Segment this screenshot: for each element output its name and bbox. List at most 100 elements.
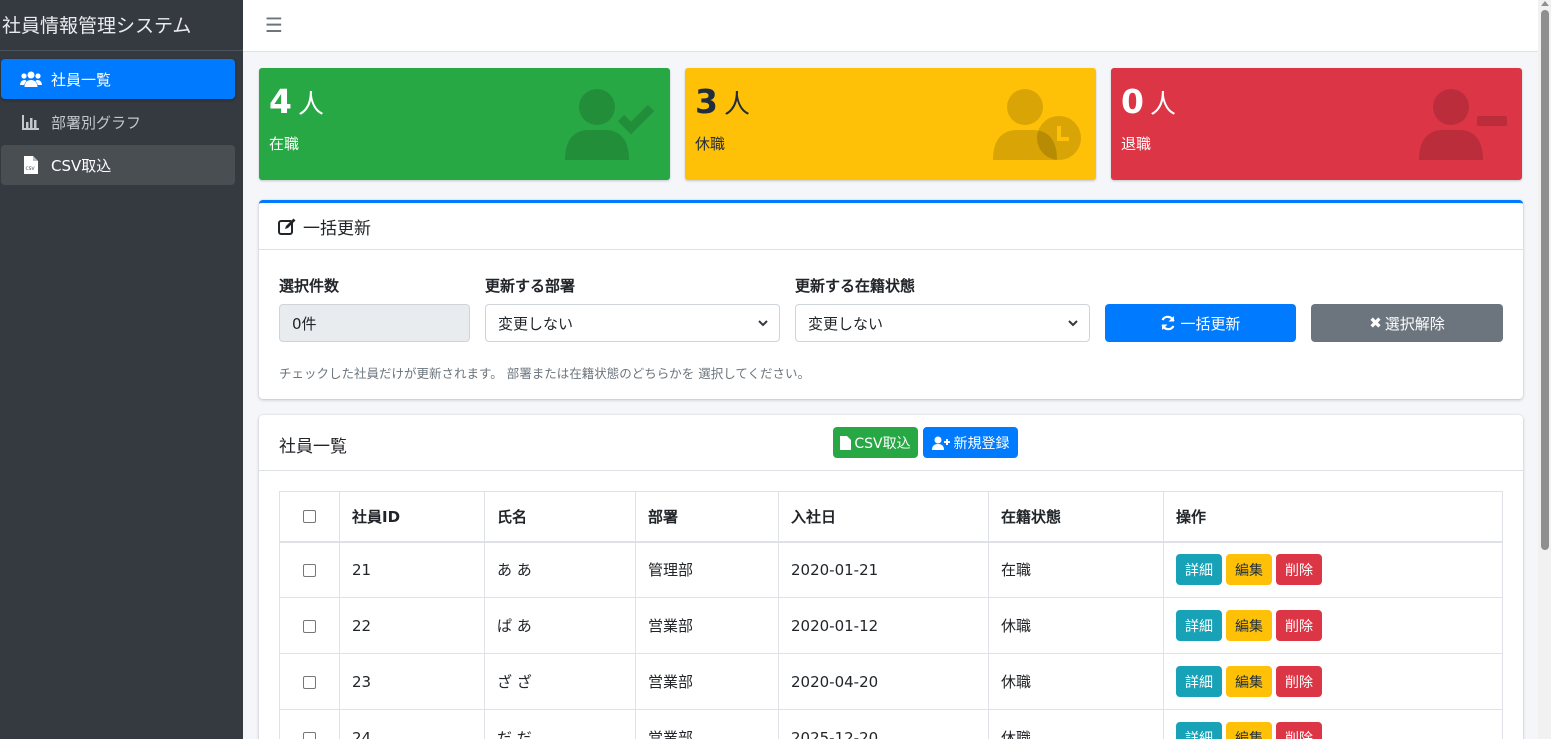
dept-select-label: 更新する部署 — [485, 277, 576, 295]
select-all-cell — [279, 491, 340, 543]
column-header-id: 社員ID — [339, 491, 485, 543]
table-header-row: 社員ID 氏名 部署 入社日 在籍状態 操作 — [279, 491, 1503, 543]
sidebar: 社員情報管理システム 社員一覧 部署別グラフ CSV CSV取込 — [0, 0, 243, 739]
sidebar-item-employees[interactable]: 社員一覧 — [1, 59, 235, 99]
top-navbar: ☰ — [243, 0, 1538, 52]
column-header-hire-date: 入社日 — [778, 491, 989, 543]
cell-hire-date: 2025-12-20 — [778, 709, 989, 739]
sidebar-item-label: 部署別グラフ — [51, 113, 142, 132]
edit-button[interactable]: 編集 — [1226, 722, 1272, 739]
table-row: 24 だ だ 営業部 2025-12-20 休職 詳細 編集 削除 — [279, 709, 1503, 739]
cell-hire-date: 2020-01-12 — [778, 597, 989, 654]
detail-button[interactable]: 詳細 — [1176, 554, 1222, 586]
delete-button[interactable]: 削除 — [1276, 666, 1322, 697]
close-icon: ✖ — [1369, 314, 1382, 332]
stat-count: 4 — [269, 82, 292, 121]
bulk-update-header: 一括更新 — [259, 203, 1523, 250]
detail-button[interactable]: 詳細 — [1176, 610, 1222, 641]
detail-button[interactable]: 詳細 — [1176, 722, 1222, 739]
cell-name: ざ ざ — [484, 653, 636, 710]
status-select-label: 更新する在籍状態 — [795, 277, 916, 295]
column-header-name: 氏名 — [484, 491, 636, 543]
sidebar-item-csv-import[interactable]: CSV CSV取込 — [1, 145, 235, 185]
scroll-thumb[interactable] — [1541, 10, 1549, 550]
new-employee-button[interactable]: 新規登録 — [923, 427, 1018, 458]
cell-id: 22 — [339, 597, 485, 654]
page-scrollbar[interactable] — [1538, 0, 1551, 739]
cell-dept: 営業部 — [635, 709, 779, 739]
employee-list-card: 社員一覧 CSV取込 新規登録 社員ID 氏名 部署 入社日 在籍状態 操作 2… — [259, 415, 1523, 739]
edit-button[interactable]: 編集 — [1226, 554, 1272, 586]
delete-button[interactable]: 削除 — [1276, 722, 1322, 739]
status-select-value: 変更しない — [808, 314, 884, 333]
cell-dept: 管理部 — [635, 541, 779, 598]
row-checkbox[interactable] — [303, 563, 316, 577]
stat-count: 3 — [695, 82, 718, 121]
sidebar-item-label: CSV取込 — [51, 156, 112, 175]
sidebar-item-label: 社員一覧 — [51, 70, 112, 89]
chevron-down-icon — [1068, 320, 1078, 327]
cell-dept: 営業部 — [635, 653, 779, 710]
bulk-update-card: 一括更新 選択件数 0件 更新する部署 変更しない 更新する在籍状態 変更しない… — [259, 200, 1523, 399]
employee-list-title: 社員一覧 — [279, 437, 347, 457]
stat-unit: 人 — [297, 90, 324, 120]
bulk-update-hint: チェックした社員だけが更新されます。 部署または在籍状態のどちらかを 選択してく… — [279, 366, 810, 381]
cell-hire-date: 2020-01-21 — [778, 541, 989, 598]
user-clock-icon — [993, 89, 1081, 160]
column-header-actions: 操作 — [1163, 491, 1503, 543]
csv-import-button[interactable]: CSV取込 — [833, 427, 918, 458]
table-row: 22 ぱ あ 営業部 2020-01-12 休職 詳細 編集 削除 — [279, 597, 1503, 654]
cell-id: 24 — [339, 709, 485, 739]
edit-button[interactable]: 編集 — [1226, 610, 1272, 641]
cell-status: 在職 — [988, 541, 1164, 598]
employee-table: 社員ID 氏名 部署 入社日 在籍状態 操作 21 あ あ 管理部 2020-0… — [279, 491, 1503, 739]
stat-box-retired: 0人 退職 — [1111, 68, 1522, 180]
select-all-checkbox[interactable] — [303, 510, 316, 524]
dept-select[interactable]: 変更しない — [485, 304, 780, 342]
file-csv-icon — [840, 435, 852, 450]
edit-icon — [278, 218, 296, 235]
column-header-dept: 部署 — [635, 491, 779, 543]
delete-button[interactable]: 削除 — [1276, 610, 1322, 641]
cell-dept: 営業部 — [635, 597, 779, 654]
selected-count-label: 選択件数 — [279, 277, 340, 295]
sidebar-nav: 社員一覧 部署別グラフ CSV CSV取込 — [0, 51, 243, 185]
menu-toggle-icon[interactable]: ☰ — [265, 13, 283, 37]
dept-select-value: 変更しない — [498, 314, 574, 333]
selected-count-value: 0件 — [292, 314, 317, 333]
column-header-status: 在籍状態 — [988, 491, 1164, 543]
chevron-down-icon — [758, 320, 768, 327]
edit-button[interactable]: 編集 — [1226, 666, 1272, 697]
table-row: 23 ざ ざ 営業部 2020-04-20 休職 詳細 編集 削除 — [279, 653, 1503, 710]
user-check-icon — [565, 89, 655, 160]
users-icon — [19, 71, 43, 87]
sidebar-item-dept-graph[interactable]: 部署別グラフ — [1, 102, 235, 142]
cell-id: 21 — [339, 541, 485, 598]
cell-name: ぱ あ — [484, 597, 636, 654]
bulk-update-title: 一括更新 — [303, 218, 371, 239]
detail-button[interactable]: 詳細 — [1176, 666, 1222, 697]
svg-text:CSV: CSV — [26, 166, 36, 172]
stat-unit: 人 — [1149, 90, 1176, 120]
user-minus-icon — [1419, 89, 1507, 160]
delete-button[interactable]: 削除 — [1276, 554, 1322, 586]
status-select[interactable]: 変更しない — [795, 304, 1090, 342]
bulk-update-button[interactable]: 一括更新 — [1105, 304, 1296, 342]
stat-count: 0 — [1121, 82, 1144, 121]
row-checkbox[interactable] — [303, 619, 316, 633]
csv-import-button-label: CSV取込 — [854, 435, 911, 452]
cell-status: 休職 — [988, 653, 1164, 710]
row-checkbox[interactable] — [303, 675, 316, 689]
stat-box-active: 4人 在職 — [259, 68, 670, 180]
cell-name: あ あ — [484, 541, 636, 598]
scroll-up-arrow-icon[interactable] — [1541, 1, 1549, 6]
clear-selection-button-label: 選択解除 — [1384, 314, 1445, 333]
stat-label: 休職 — [695, 135, 726, 153]
row-checkbox[interactable] — [303, 731, 316, 739]
brand-title[interactable]: 社員情報管理システム — [0, 0, 243, 51]
employee-list-header: 社員一覧 CSV取込 新規登録 — [259, 415, 1523, 471]
bar-chart-icon — [19, 114, 43, 130]
clear-selection-button[interactable]: ✖ 選択解除 — [1311, 304, 1503, 342]
cell-status: 休職 — [988, 597, 1164, 654]
table-row: 21 あ あ 管理部 2020-01-21 在職 詳細 編集 削除 — [279, 541, 1503, 598]
